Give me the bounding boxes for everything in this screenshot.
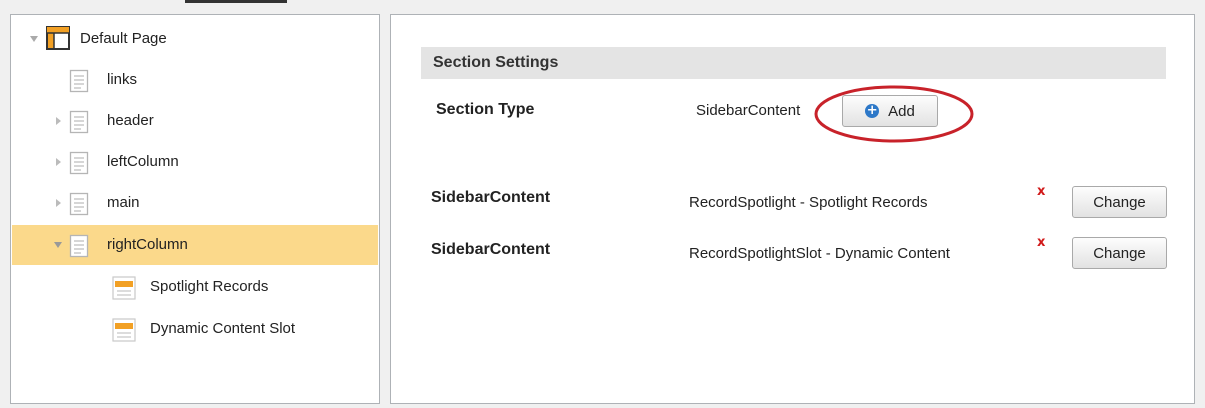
tree-item-spotlight-records[interactable]: Spotlight Records: [12, 267, 378, 307]
change-button[interactable]: Change: [1072, 186, 1167, 218]
active-tab-indicator: [185, 0, 287, 3]
content-slot-icon: [112, 318, 136, 347]
tree-item-leftcolumn[interactable]: leftColumn: [12, 142, 378, 182]
change-button[interactable]: Change: [1072, 237, 1167, 269]
tree-item-header[interactable]: header: [12, 101, 378, 141]
remove-icon[interactable]: x: [1037, 184, 1045, 199]
tree-root-default-page[interactable]: Default Page: [12, 19, 378, 59]
plus-circle-icon: +: [865, 103, 880, 118]
top-tab-strip: [0, 0, 1205, 8]
section-row-label: SidebarContent: [431, 189, 551, 206]
tree-item-label: links: [107, 71, 138, 88]
section-row-value: RecordSpotlightSlot - Dynamic Content: [689, 245, 950, 262]
tree-item-rightcolumn[interactable]: rightColumn: [12, 225, 378, 265]
document-icon: [69, 192, 89, 221]
tree-item-label: Spotlight Records: [150, 278, 269, 295]
collapsed-arrow-icon[interactable]: [53, 198, 63, 208]
tree-item-dynamic-content-slot[interactable]: Dynamic Content Slot: [12, 309, 378, 349]
page-layout-icon: [46, 26, 70, 55]
tree-item-label: Default Page: [80, 30, 167, 47]
section-settings-panel: Section Settings Section Type SidebarCon…: [390, 14, 1195, 404]
tree-item-label: header: [107, 112, 154, 129]
collapsed-arrow-icon[interactable]: [53, 116, 63, 126]
section-type-label: Section Type: [436, 101, 535, 118]
change-button-label: Change: [1093, 193, 1146, 211]
section-row-label: SidebarContent: [431, 241, 551, 258]
document-icon: [69, 151, 89, 180]
tree-item-label: leftColumn: [107, 153, 179, 170]
section-type-value: SidebarContent: [696, 102, 801, 119]
change-button-label: Change: [1093, 244, 1146, 262]
tree-item-label: rightColumn: [107, 236, 188, 253]
add-button[interactable]: + Add: [842, 95, 938, 127]
tree-item-label: main: [107, 194, 140, 211]
expanded-arrow-icon[interactable]: [53, 240, 63, 250]
section-row-value: RecordSpotlight - Spotlight Records: [689, 194, 928, 211]
remove-icon[interactable]: x: [1037, 235, 1045, 250]
tree-item-main[interactable]: main: [12, 183, 378, 223]
collapsed-arrow-icon[interactable]: [53, 157, 63, 167]
tree-item-label: Dynamic Content Slot: [150, 320, 296, 337]
section-settings-header: Section Settings: [421, 47, 1166, 79]
page-tree-panel: Default Page links header leftColumn mai…: [10, 14, 380, 404]
content-slot-icon: [112, 276, 136, 305]
document-icon: [69, 110, 89, 139]
tree-item-links[interactable]: links: [12, 60, 378, 100]
document-icon: [69, 69, 89, 98]
section-settings-title: Section Settings: [433, 54, 559, 71]
expand-arrow-icon[interactable]: [29, 34, 39, 44]
document-icon: [69, 234, 89, 263]
add-button-label: Add: [888, 102, 915, 120]
